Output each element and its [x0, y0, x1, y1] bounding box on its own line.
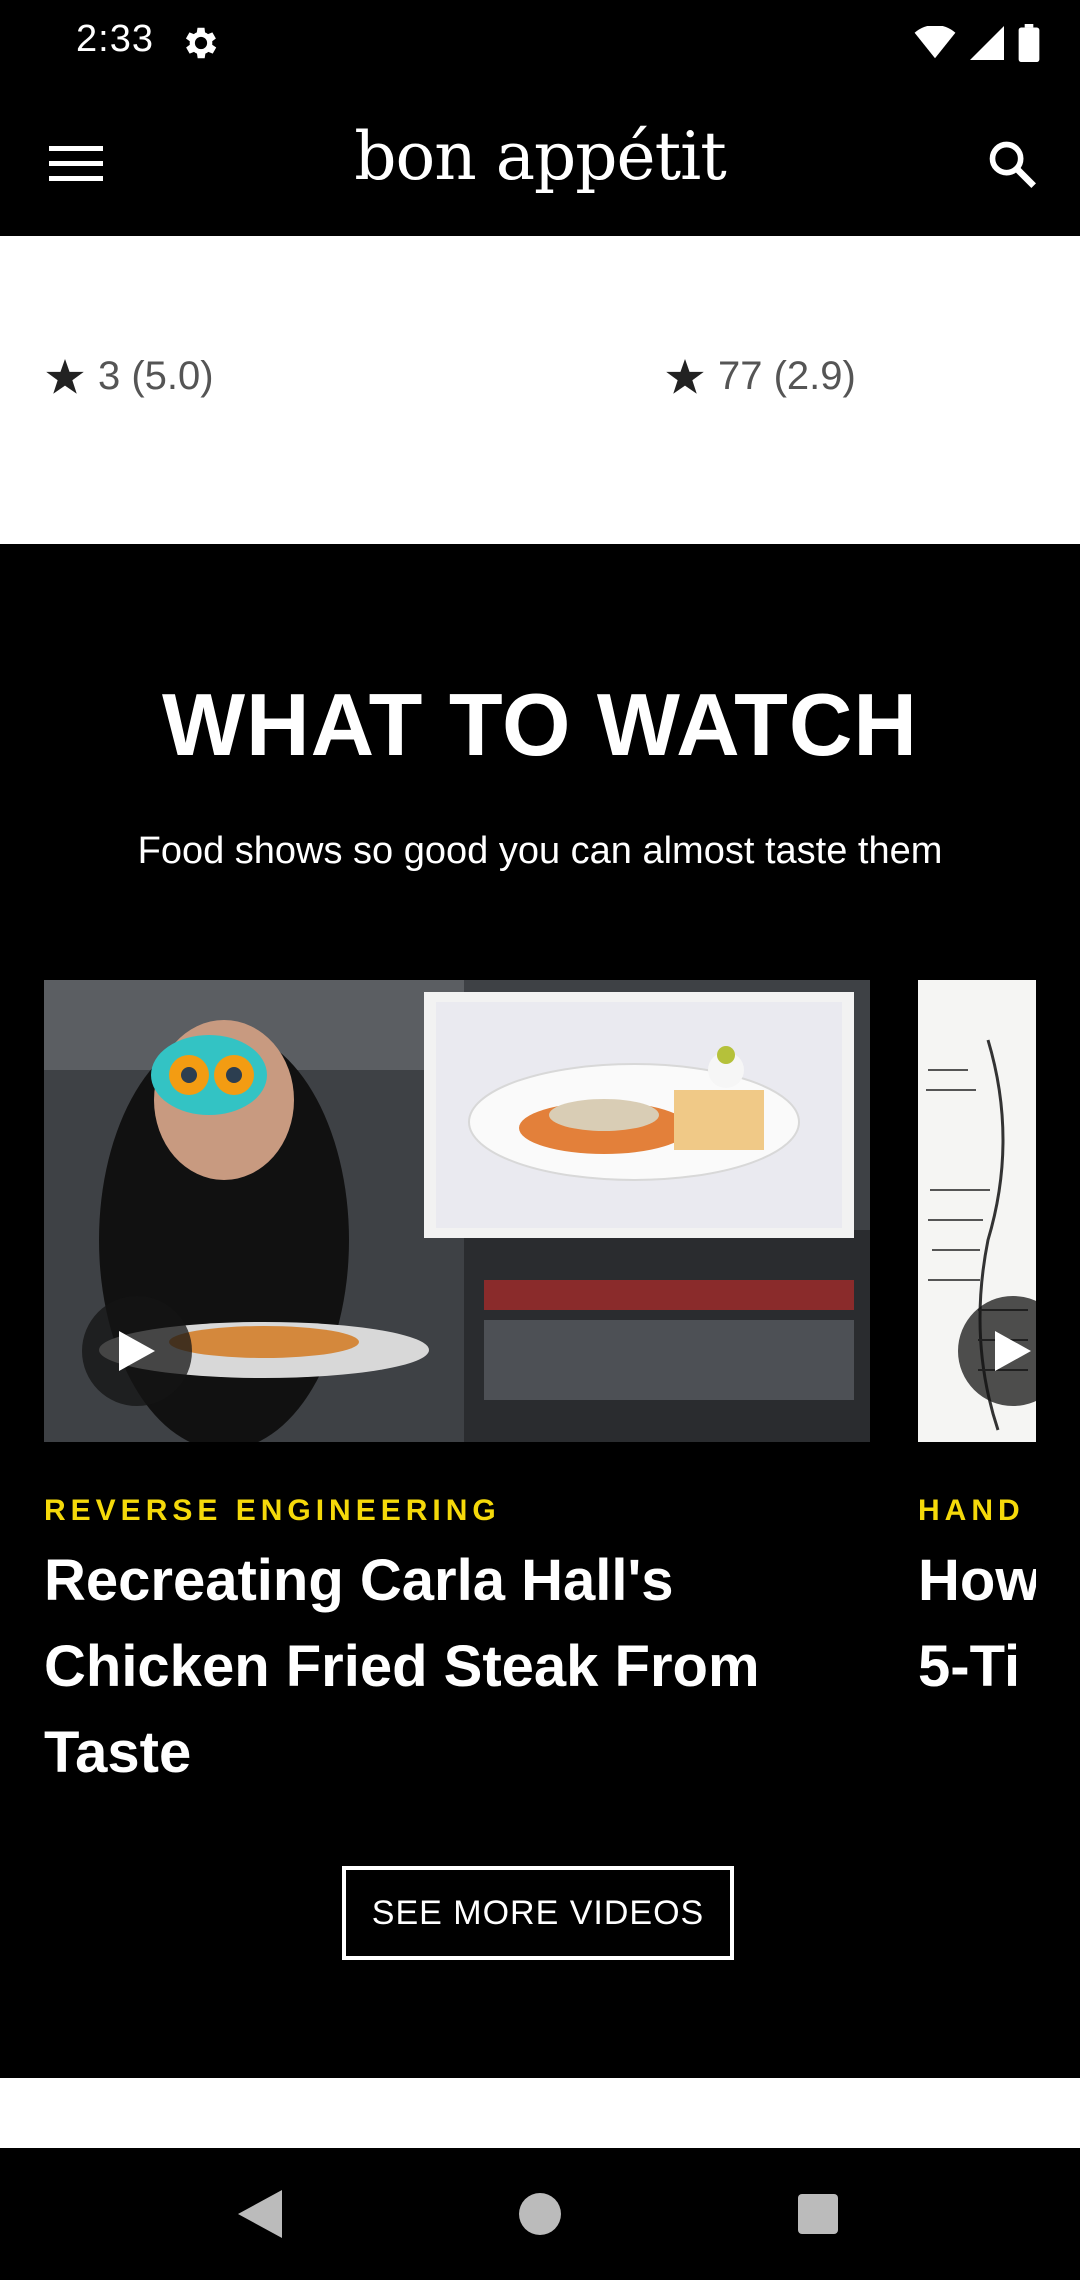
system-nav-bar: [0, 2148, 1080, 2280]
section-title: WHAT TO WATCH: [162, 675, 918, 774]
status-time: 2:33: [76, 18, 154, 60]
play-icon: [119, 1331, 155, 1371]
see-more-videos-button[interactable]: SEE MORE VIDEOS: [342, 1866, 734, 1960]
what-to-watch-section: WHAT TO WATCH Food shows so good you can…: [0, 544, 1080, 2078]
video-title[interactable]: How 5-Ti: [918, 1538, 1036, 1710]
video-category: HAND: [918, 1494, 1025, 1527]
video-thumbnail[interactable]: [918, 980, 1036, 1442]
play-button[interactable]: [82, 1296, 192, 1406]
rating-item: 3 (5.0): [46, 354, 214, 399]
star-icon: [46, 358, 84, 394]
back-icon: [238, 2190, 282, 2238]
rating-text: 3 (5.0): [98, 354, 214, 398]
status-icons: [914, 22, 1040, 64]
video-thumbnail[interactable]: [44, 980, 870, 1442]
home-button[interactable]: [510, 2184, 570, 2244]
status-bar: 2:33: [0, 0, 1080, 88]
brand-logo[interactable]: bon appétit: [0, 118, 1080, 195]
play-icon: [995, 1331, 1031, 1371]
wifi-icon: [914, 26, 956, 59]
recents-button[interactable]: [788, 2184, 848, 2244]
star-icon: [666, 358, 704, 394]
battery-icon: [1018, 24, 1040, 62]
rating-text: 77 (2.9): [718, 354, 856, 398]
video-title[interactable]: Recreating Carla Hall's Chicken Fried St…: [44, 1538, 870, 1796]
rating-item: 77 (2.9): [666, 354, 856, 399]
back-button[interactable]: [230, 2184, 290, 2244]
home-icon: [519, 2193, 561, 2235]
ratings-row: 3 (5.0) 77 (2.9): [0, 236, 1080, 544]
section-subtitle: Food shows so good you can almost taste …: [137, 830, 943, 872]
video-card[interactable]: HAND How 5-Ti: [918, 980, 1036, 1710]
app-bar: bon appétit: [0, 88, 1080, 236]
search-button[interactable]: [976, 128, 1048, 200]
recents-icon: [798, 2194, 838, 2234]
video-card[interactable]: REVERSE ENGINEERING Recreating Carla Hal…: [44, 980, 870, 1796]
search-icon: [989, 141, 1036, 188]
video-category: REVERSE ENGINEERING: [44, 1494, 501, 1527]
settings-gear-icon: [185, 27, 217, 59]
cell-signal-icon: [970, 26, 1004, 60]
